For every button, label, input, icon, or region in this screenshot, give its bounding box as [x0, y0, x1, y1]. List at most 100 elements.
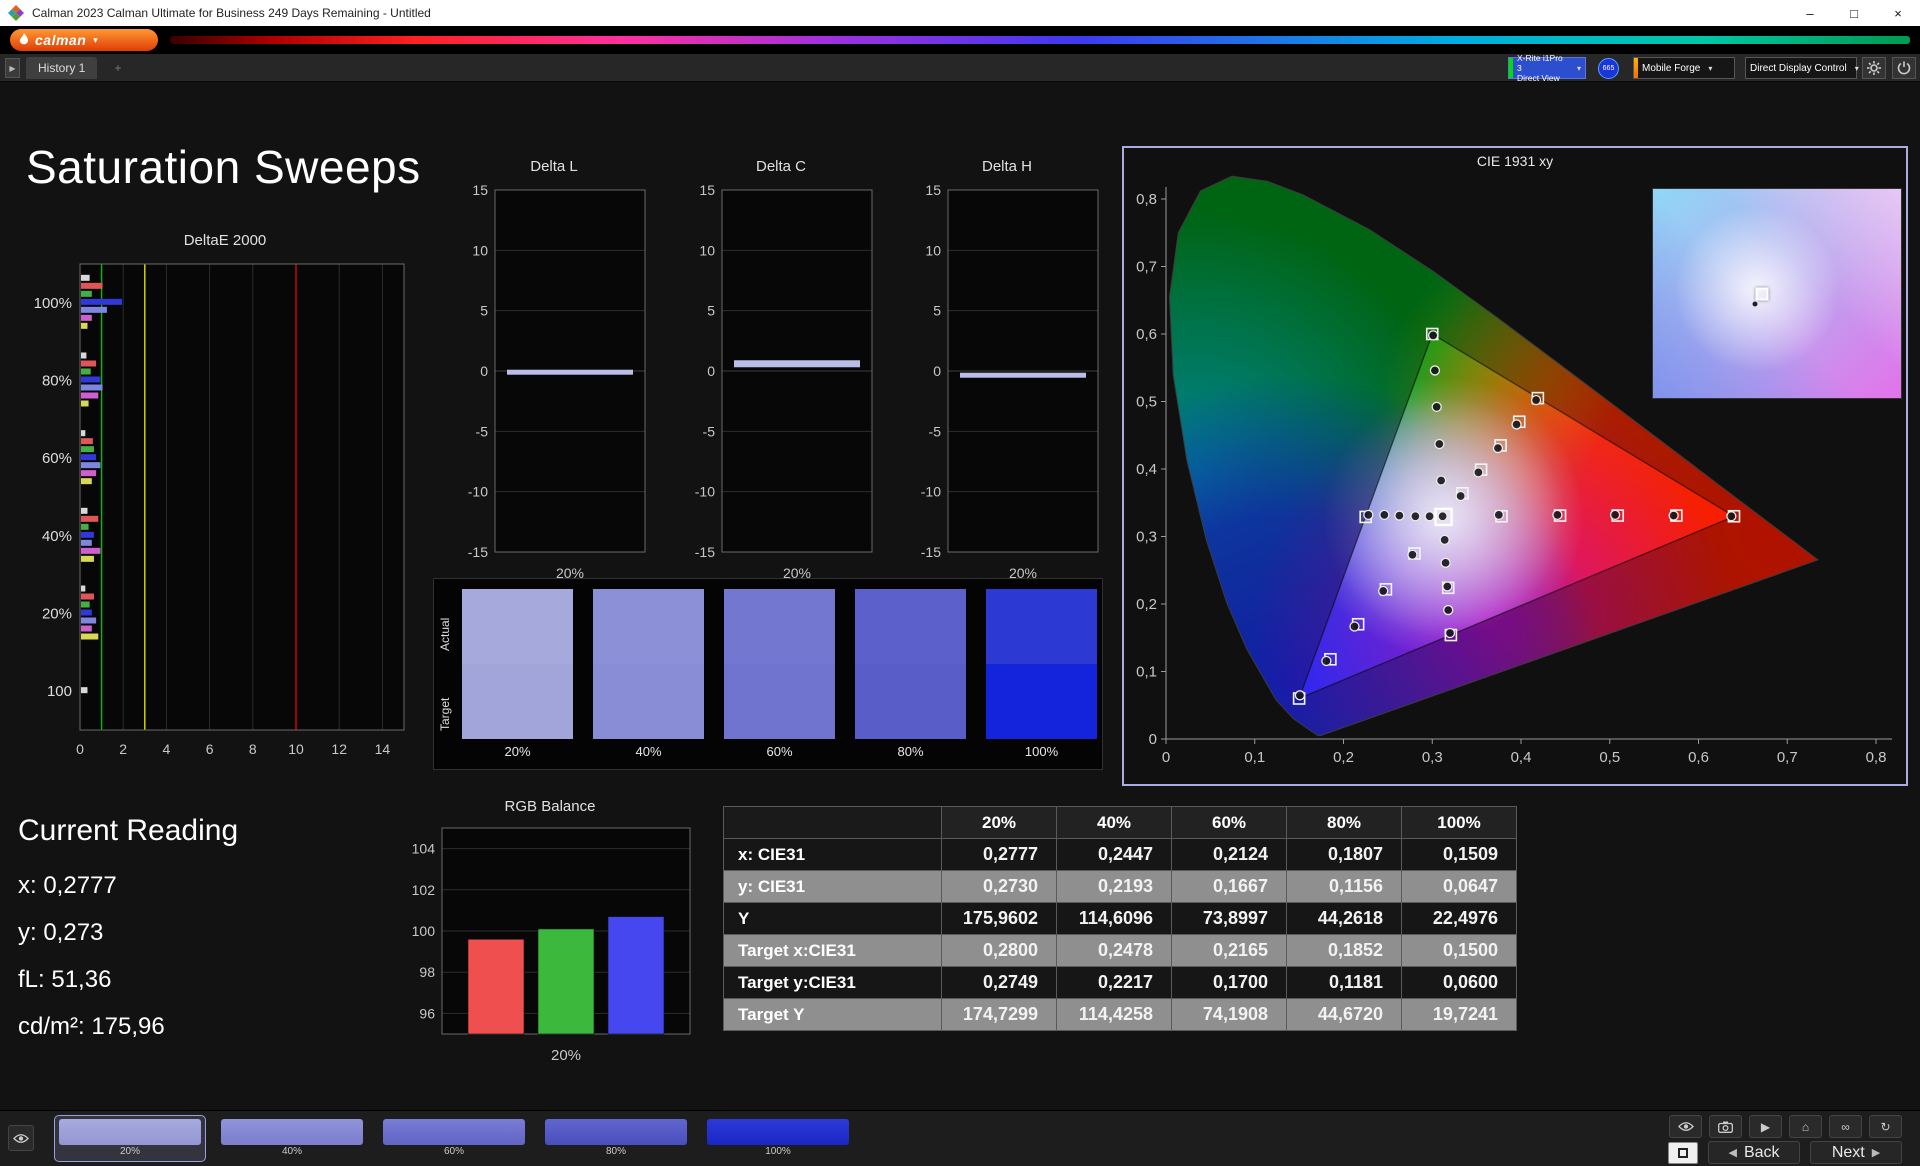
swatch-20%: 20%	[462, 589, 573, 759]
bottom-bar: 20% 40% 60% 80% 100% ▶ ⌂ ∞ ↻ ◀ Back Next…	[0, 1110, 1920, 1166]
svg-text:-5: -5	[929, 423, 942, 439]
svg-text:0,4: 0,4	[1511, 749, 1532, 766]
close-button[interactable]: ×	[1876, 0, 1920, 26]
patch-button-100%[interactable]: 100%	[703, 1116, 853, 1161]
delta-h-title: Delta H	[981, 158, 1033, 175]
value-cell: 0,2124	[1171, 838, 1287, 871]
swatch-target	[462, 664, 573, 739]
svg-text:0,5: 0,5	[1136, 394, 1157, 411]
svg-text:-15: -15	[695, 544, 715, 560]
table-header-cell: 40%	[1056, 806, 1172, 839]
svg-text:0: 0	[933, 363, 941, 379]
source-name: Mobile Forge	[1642, 62, 1701, 74]
minimize-button[interactable]: –	[1788, 0, 1832, 26]
svg-text:104: 104	[412, 841, 436, 857]
window-title: Calman 2023 Calman Ultimate for Business…	[32, 6, 431, 20]
svg-text:4: 4	[163, 741, 171, 757]
calman-menu-button[interactable]: calman ▾	[10, 29, 158, 51]
run-button[interactable]: ▶	[1749, 1115, 1782, 1138]
swatch-40%: 40%	[593, 589, 704, 759]
delta-l-chart: Delta L 15 10 5 0 -5 -10 -15 20%	[449, 158, 659, 593]
meter-selector[interactable]: X-Rite i1Pro 3 Direct View ▾	[1508, 53, 1586, 83]
flame-icon	[19, 33, 28, 45]
refresh-button[interactable]: ↻	[1869, 1115, 1902, 1138]
table-row: Target x:CIE31 0,2800 0,2478 0,2165 0,1852 0,…	[723, 934, 1517, 967]
value-cell: 114,6096	[1056, 902, 1172, 935]
svg-text:0,3: 0,3	[1136, 529, 1157, 546]
svg-text:96: 96	[419, 1005, 435, 1021]
patch-button-80%[interactable]: 80%	[541, 1116, 691, 1161]
pattern-window-button[interactable]	[1668, 1141, 1698, 1164]
svg-text:8: 8	[249, 741, 257, 757]
value-cell: 44,6720	[1286, 998, 1402, 1031]
svg-text:0,2: 0,2	[1136, 596, 1157, 613]
patch-button-40%[interactable]: 40%	[217, 1116, 367, 1161]
swatch-actual	[855, 589, 966, 664]
history-tab-label: History 1	[38, 61, 86, 75]
maximize-button[interactable]: □	[1832, 0, 1876, 26]
svg-text:10: 10	[699, 242, 715, 258]
value-cell: 19,7241	[1401, 998, 1517, 1031]
main-content: Saturation Sweeps DeltaE 2000 0 2 4 6 8 10 12 1…	[0, 82, 1920, 1110]
read-button[interactable]	[8, 1125, 34, 1151]
tab-history-1[interactable]: History 1	[26, 57, 98, 79]
svg-text:5: 5	[933, 303, 941, 319]
row-label-cell: y: CIE31	[723, 870, 942, 903]
loop-button[interactable]: ∞	[1829, 1115, 1862, 1138]
chevron-down-icon: ▾	[1854, 63, 1859, 73]
reading-x: x: 0,2777	[18, 872, 117, 899]
table-header-cell: 60%	[1171, 806, 1287, 839]
patch-label: 100%	[765, 1146, 791, 1157]
cie-zoom-inset	[1652, 188, 1902, 399]
svg-text:0,7: 0,7	[1136, 259, 1157, 276]
capture-button[interactable]	[1709, 1115, 1742, 1138]
patch-label: 60%	[443, 1146, 464, 1157]
display-control-selector[interactable]: Direct Display Control ▾	[1745, 57, 1859, 79]
chevron-down-icon: ▾	[1576, 63, 1581, 73]
read-continuous-button[interactable]	[1669, 1115, 1702, 1138]
svg-text:6: 6	[206, 741, 214, 757]
deltae-chart-plot: 0 2 4 6 8 10 12 14 100% 80% 60% 40% 20% 100	[34, 263, 405, 757]
settings-button[interactable]	[1862, 57, 1886, 79]
svg-text:2: 2	[119, 741, 127, 757]
next-button[interactable]: Next ▶	[1810, 1141, 1902, 1164]
swatch-target	[855, 664, 966, 739]
current-reading-title: Current Reading	[18, 814, 239, 847]
svg-text:0: 0	[1162, 749, 1170, 766]
patch-button-60%[interactable]: 60%	[379, 1116, 529, 1161]
patch-button-20%[interactable]: 20%	[54, 1115, 206, 1162]
workflow-tool-buttons: ▶ ⌂ ∞ ↻	[1669, 1115, 1902, 1138]
meter-badge[interactable]: 665	[1598, 58, 1619, 79]
table-header-row: 20% 40% 60% 80% 100%	[723, 806, 1517, 839]
add-history-button[interactable]: +	[110, 60, 126, 76]
table-header-cell: 20%	[941, 806, 1057, 839]
play-icon: ▶	[9, 63, 16, 73]
svg-text:20%: 20%	[42, 606, 72, 623]
swatch-label: 60%	[766, 744, 793, 759]
home-button[interactable]: ⌂	[1789, 1115, 1822, 1138]
swatch-actual	[986, 589, 1097, 664]
swatch-actual	[724, 589, 835, 664]
measurement-table: 20% 40% 60% 80% 100% x: CIE31 0,2777 0,2447 0,21…	[723, 806, 1517, 1031]
svg-text:-15: -15	[921, 544, 941, 560]
value-cell: 22,4976	[1401, 902, 1517, 935]
svg-text:10: 10	[472, 242, 488, 258]
swatch-80%: 80%	[855, 589, 966, 759]
delta-c-plot: 151050-5-10-1520%	[695, 182, 873, 581]
value-cell: 0,1156	[1286, 870, 1402, 903]
pattern-source-selector[interactable]: Mobile Forge ▾	[1633, 57, 1735, 79]
power-button[interactable]	[1892, 57, 1916, 79]
reading-cdm2: cd/m²: 175,96	[18, 1013, 165, 1040]
power-icon	[1897, 61, 1911, 75]
deltae-chart-title: DeltaE 2000	[183, 232, 267, 249]
swatch-target	[593, 664, 704, 739]
back-button[interactable]: ◀ Back	[1708, 1141, 1800, 1164]
row-label-cell: Target y:CIE31	[723, 966, 942, 999]
table-row: x: CIE31 0,2777 0,2447 0,2124 0,1807 0,1509	[723, 838, 1517, 871]
toolbar: ▶ History 1 + X-Rite i1Pro 3 Direct View…	[0, 53, 1920, 83]
svg-text:0,2: 0,2	[1333, 749, 1354, 766]
chevron-down-icon: ▾	[93, 34, 98, 45]
history-panel-handle[interactable]: ▶	[5, 58, 20, 78]
svg-text:0,8: 0,8	[1136, 191, 1157, 208]
swatch-actual	[593, 589, 704, 664]
